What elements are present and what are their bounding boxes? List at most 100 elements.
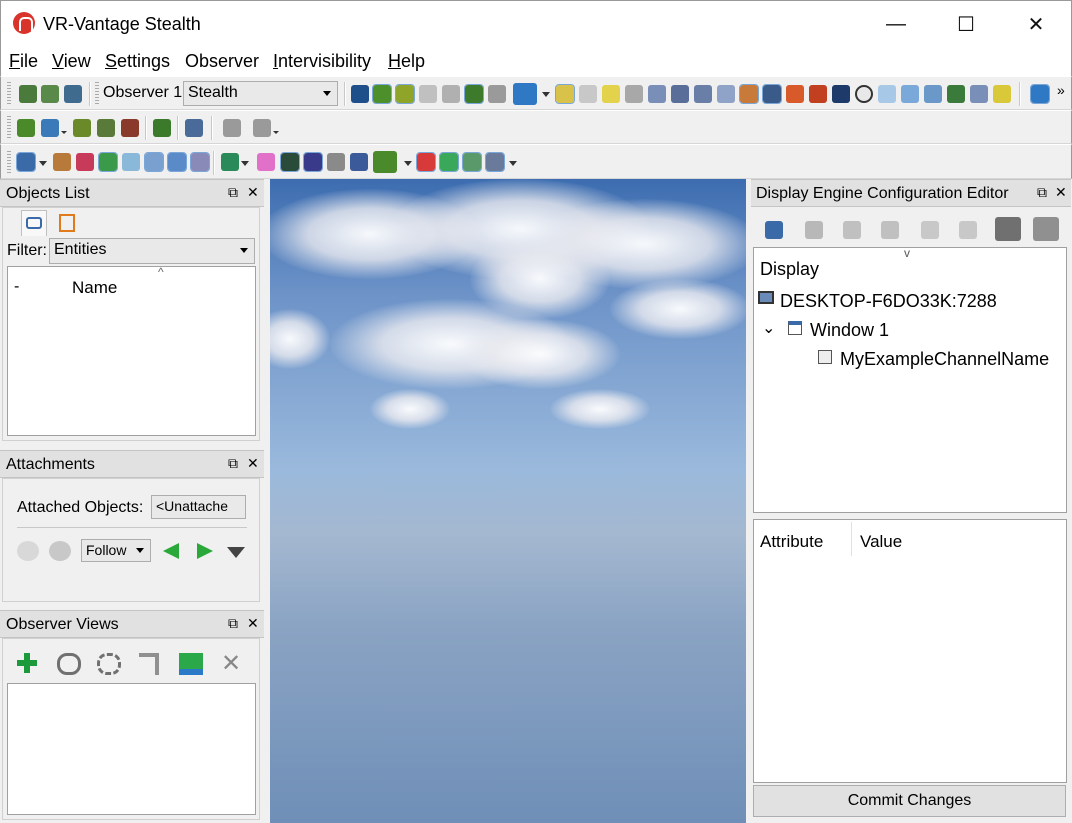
vehicle-icon[interactable] [97,119,115,137]
chevron-down-icon[interactable] [39,161,47,166]
remove-window-icon[interactable] [959,221,977,239]
observer-views-list[interactable] [7,683,256,815]
weather-icon[interactable] [625,85,643,103]
column-header-status[interactable]: - [14,278,19,296]
chevron-down-icon[interactable] [509,161,517,166]
chevron-down-icon[interactable] [241,161,249,166]
float-panel-icon[interactable]: ⧉ [228,615,238,632]
chevron-down-icon[interactable] [273,131,279,134]
missile-icon[interactable] [671,85,689,103]
mountain-icon[interactable] [579,85,597,103]
tools-icon[interactable] [190,152,210,172]
mesh-icon[interactable] [327,153,345,171]
funnel-icon[interactable] [122,153,140,171]
delete-view-icon[interactable]: ✕ [221,649,241,678]
column-header-value[interactable]: Value [860,532,902,552]
close-panel-icon[interactable]: ✕ [247,455,259,472]
add-view-icon[interactable] [17,653,37,673]
chevron-down-icon[interactable] [404,161,412,166]
menu-observer[interactable]: Observer [185,51,259,72]
float-panel-icon[interactable]: ⧉ [228,455,238,472]
statistics-icon[interactable] [488,85,506,103]
next-arrow-icon[interactable] [197,543,213,559]
rocket-icon[interactable] [694,85,712,103]
add-window-icon[interactable] [805,221,823,239]
shapes-icon[interactable] [416,152,436,172]
jump-to-view-icon[interactable] [139,653,159,675]
float-panel-icon[interactable]: ⧉ [1037,184,1047,201]
menu-view[interactable]: View [52,51,91,72]
aircraft-icon[interactable] [41,119,59,137]
pyramid-icon[interactable] [993,85,1011,103]
pen-icon[interactable] [970,85,988,103]
plane-icon[interactable] [350,153,368,171]
import-icon[interactable] [1033,217,1059,241]
terrain-follow-icon[interactable] [464,84,484,104]
toolbar-overflow-icon[interactable]: » [1057,82,1065,98]
audio-icon[interactable] [485,152,505,172]
filter-select[interactable]: Entities [49,238,255,264]
pencil-icon[interactable] [648,85,666,103]
circle-icon[interactable] [855,85,873,103]
add-display-icon[interactable] [765,221,783,239]
maximize-button[interactable]: ☐ [931,1,1001,47]
terrain-view-icon[interactable] [19,85,37,103]
trajectory-icon[interactable] [98,152,118,172]
display-tree[interactable]: v Display DESKTOP-F6DO33K:7288 ⌄ Window … [753,246,1067,513]
move-observer-icon[interactable] [513,83,537,105]
close-panel-icon[interactable]: ✕ [247,184,259,201]
tab-objects[interactable] [21,210,47,236]
image-icon[interactable] [462,152,482,172]
duplicate-icon[interactable] [881,221,899,239]
menu-file[interactable]: File [9,51,38,72]
hud-icon[interactable] [739,84,759,104]
objects-table[interactable]: ^ - Name [7,265,256,436]
line-icon[interactable] [439,152,459,172]
merge-views-icon[interactable] [179,653,203,675]
attach-icon[interactable] [17,541,39,561]
minimize-button[interactable]: — [861,1,931,47]
menu-settings[interactable]: Settings [105,51,170,72]
avatar-icon[interactable] [762,84,782,104]
attached-objects-select[interactable]: <Unattache [151,495,246,519]
crosshair-icon[interactable] [419,85,437,103]
distribute-icon[interactable] [253,119,271,137]
sky-icon[interactable] [901,85,919,103]
back-arrow-icon[interactable] [1030,84,1050,104]
track-icon[interactable] [76,153,94,171]
attach-mode-select[interactable]: Follow [81,539,151,562]
download-icon[interactable] [221,153,239,171]
close-panel-icon[interactable]: ✕ [1055,184,1067,201]
toolbar-grip[interactable] [7,116,11,138]
attribute-table[interactable]: Attribute Value [753,519,1067,783]
add-channel-icon[interactable] [843,221,861,239]
terrain-edit-icon[interactable] [41,85,59,103]
explosion-icon[interactable] [786,85,804,103]
tag-icon[interactable] [717,85,735,103]
align-icon[interactable] [223,119,241,137]
3d-viewport[interactable] [270,179,746,823]
heading-lock-icon[interactable] [395,84,415,104]
column-header-attribute[interactable]: Attribute [760,532,823,552]
delete-entity-icon[interactable] [121,119,139,137]
link-icon[interactable] [57,653,81,675]
menu-intervisibility[interactable]: Intervisibility [273,51,371,72]
create-entity-icon[interactable] [17,119,35,137]
column-header-name[interactable]: Name [72,278,117,298]
chevron-down-icon[interactable] [542,92,550,97]
down-arrow-icon[interactable] [227,547,245,558]
ocean-icon[interactable] [924,85,942,103]
landscape-icon[interactable] [947,85,965,103]
observer-mode-select[interactable]: Stealth [183,81,338,106]
probe-icon[interactable] [809,85,827,103]
tab-hierarchy[interactable] [55,210,81,236]
map-view-icon[interactable] [64,85,82,103]
export-icon[interactable] [995,217,1021,241]
detach-icon[interactable] [49,541,71,561]
edit-entity-icon[interactable] [153,119,171,137]
grid-icon[interactable] [442,85,460,103]
path-icon[interactable] [53,153,71,171]
commit-changes-button[interactable]: Commit Changes [753,785,1066,817]
tree-node-desktop[interactable]: DESKTOP-F6DO33K:7288 [780,291,997,312]
toolbar-grip[interactable] [7,82,11,104]
